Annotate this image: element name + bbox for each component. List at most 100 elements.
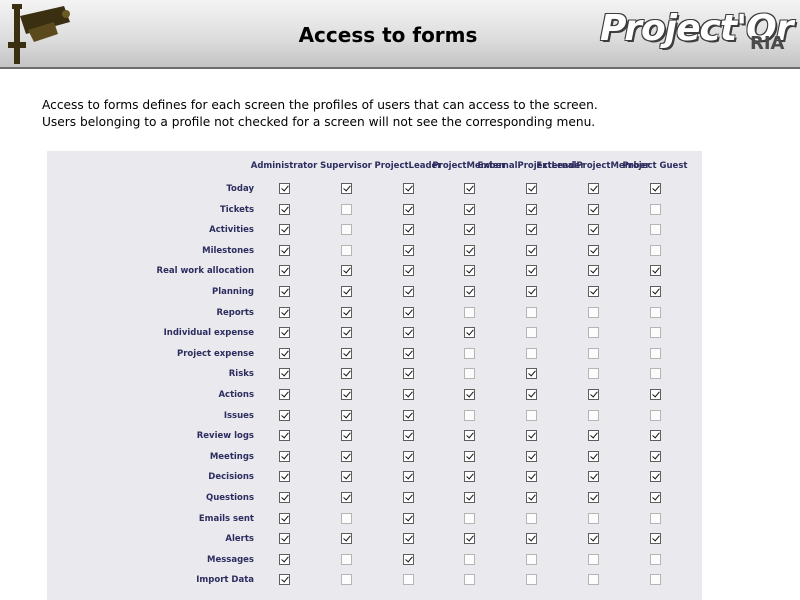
access-checkbox[interactable] [588, 574, 599, 586]
access-checkbox[interactable] [403, 450, 414, 462]
access-checkbox[interactable] [588, 286, 599, 297]
access-checkbox[interactable] [588, 430, 599, 442]
access-checkbox[interactable] [341, 492, 352, 503]
access-checkbox[interactable] [650, 471, 661, 483]
access-checkbox[interactable] [279, 327, 290, 339]
access-checkbox[interactable] [341, 471, 352, 483]
access-checkbox[interactable] [279, 430, 290, 442]
access-checkbox[interactable] [279, 512, 290, 524]
access-checkbox[interactable] [279, 224, 290, 236]
access-checkbox[interactable] [650, 306, 661, 318]
access-checkbox[interactable] [526, 553, 537, 565]
access-checkbox[interactable] [279, 574, 290, 586]
access-checkbox[interactable] [341, 553, 352, 565]
access-checkbox[interactable] [526, 389, 537, 400]
access-checkbox[interactable] [464, 512, 475, 524]
access-checkbox[interactable] [464, 409, 475, 421]
access-checkbox[interactable] [341, 286, 352, 297]
access-checkbox[interactable] [526, 409, 537, 421]
access-checkbox[interactable] [526, 430, 537, 442]
access-checkbox[interactable] [464, 347, 475, 359]
access-checkbox[interactable] [650, 265, 661, 277]
access-checkbox[interactable] [464, 183, 475, 194]
access-checkbox[interactable] [341, 574, 352, 586]
access-checkbox[interactable] [464, 244, 475, 256]
access-checkbox[interactable] [526, 512, 537, 524]
access-checkbox[interactable] [464, 553, 475, 565]
access-checkbox[interactable] [464, 389, 475, 400]
access-checkbox[interactable] [341, 327, 352, 339]
access-checkbox[interactable] [588, 183, 599, 194]
access-checkbox[interactable] [588, 306, 599, 318]
access-checkbox[interactable] [279, 286, 290, 297]
access-checkbox[interactable] [403, 471, 414, 483]
access-checkbox[interactable] [279, 265, 290, 277]
access-checkbox[interactable] [341, 306, 352, 318]
access-checkbox[interactable] [341, 203, 352, 215]
access-checkbox[interactable] [403, 553, 414, 565]
access-checkbox[interactable] [464, 306, 475, 318]
access-checkbox[interactable] [650, 286, 661, 297]
access-checkbox[interactable] [650, 327, 661, 339]
access-checkbox[interactable] [279, 368, 290, 380]
access-checkbox[interactable] [650, 368, 661, 380]
access-checkbox[interactable] [526, 471, 537, 483]
access-checkbox[interactable] [526, 224, 537, 236]
access-checkbox[interactable] [588, 203, 599, 215]
access-checkbox[interactable] [464, 286, 475, 297]
access-checkbox[interactable] [403, 224, 414, 236]
access-checkbox[interactable] [650, 553, 661, 565]
access-checkbox[interactable] [403, 430, 414, 442]
access-checkbox[interactable] [403, 574, 414, 586]
access-checkbox[interactable] [341, 512, 352, 524]
access-checkbox[interactable] [650, 183, 661, 194]
access-checkbox[interactable] [464, 450, 475, 462]
access-checkbox[interactable] [403, 265, 414, 277]
access-checkbox[interactable] [464, 368, 475, 380]
access-checkbox[interactable] [403, 306, 414, 318]
access-checkbox[interactable] [403, 327, 414, 339]
access-checkbox[interactable] [526, 327, 537, 339]
access-checkbox[interactable] [588, 265, 599, 277]
access-checkbox[interactable] [341, 265, 352, 277]
access-checkbox[interactable] [464, 492, 475, 503]
access-checkbox[interactable] [526, 533, 537, 545]
access-checkbox[interactable] [588, 471, 599, 483]
access-checkbox[interactable] [403, 244, 414, 256]
access-checkbox[interactable] [279, 533, 290, 545]
access-checkbox[interactable] [341, 347, 352, 359]
access-checkbox[interactable] [526, 286, 537, 297]
access-checkbox[interactable] [464, 265, 475, 277]
access-checkbox[interactable] [279, 492, 290, 503]
access-checkbox[interactable] [526, 492, 537, 503]
access-checkbox[interactable] [588, 553, 599, 565]
access-checkbox[interactable] [650, 492, 661, 503]
access-checkbox[interactable] [403, 492, 414, 503]
access-checkbox[interactable] [588, 244, 599, 256]
access-checkbox[interactable] [650, 409, 661, 421]
access-checkbox[interactable] [403, 347, 414, 359]
access-checkbox[interactable] [403, 368, 414, 380]
access-checkbox[interactable] [526, 574, 537, 586]
access-checkbox[interactable] [403, 409, 414, 421]
access-checkbox[interactable] [650, 430, 661, 442]
access-checkbox[interactable] [526, 265, 537, 277]
access-checkbox[interactable] [526, 347, 537, 359]
access-checkbox[interactable] [526, 450, 537, 462]
access-checkbox[interactable] [588, 389, 599, 400]
access-checkbox[interactable] [526, 244, 537, 256]
access-checkbox[interactable] [403, 512, 414, 524]
access-checkbox[interactable] [588, 327, 599, 339]
access-checkbox[interactable] [279, 306, 290, 318]
access-checkbox[interactable] [341, 450, 352, 462]
access-checkbox[interactable] [279, 553, 290, 565]
access-checkbox[interactable] [650, 224, 661, 236]
access-checkbox[interactable] [650, 450, 661, 462]
access-checkbox[interactable] [588, 368, 599, 380]
access-checkbox[interactable] [464, 471, 475, 483]
access-checkbox[interactable] [464, 533, 475, 545]
access-checkbox[interactable] [341, 368, 352, 380]
access-checkbox[interactable] [650, 244, 661, 256]
access-checkbox[interactable] [403, 533, 414, 545]
access-checkbox[interactable] [403, 286, 414, 297]
